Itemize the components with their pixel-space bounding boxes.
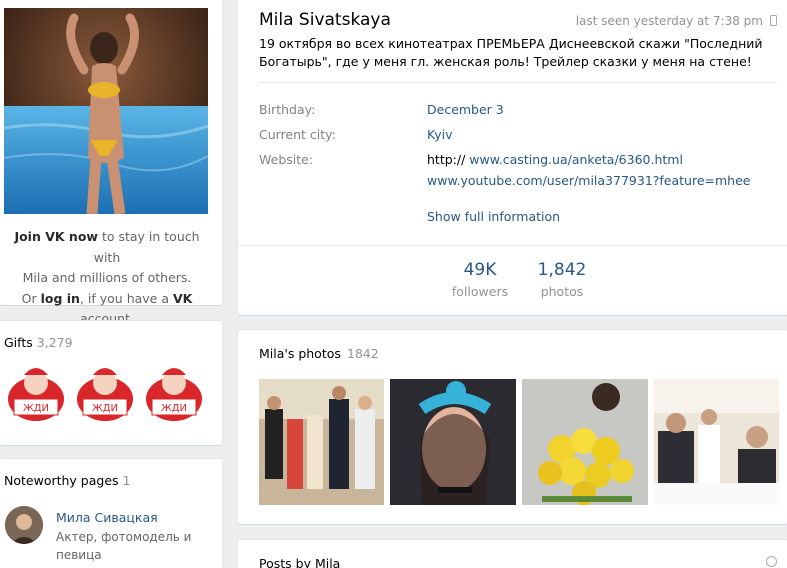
website-link-2[interactable]: www.youtube.com/user/mila377931?feature=… (427, 173, 751, 188)
mobile-phone-icon (770, 15, 777, 26)
photos-header[interactable]: Mila's photos 1842 (259, 346, 379, 361)
divider (259, 82, 777, 83)
city-label: Current city: (259, 127, 336, 142)
page-description: Актер, фотомодель и певица (56, 530, 192, 562)
photo-thumbnail[interactable] (259, 379, 384, 505)
gifts-card[interactable]: Gifts 3,279 ЖДИ ЖДИ ЖДИ (0, 321, 222, 445)
followers-counter[interactable]: 49K followers (435, 260, 525, 299)
profile-status: 19 октября во всех кинотеатрах ПРЕМЬЕРА … (259, 36, 763, 69)
noteworthy-header[interactable]: Noteworthy pages 1 (4, 473, 130, 488)
svg-text:ЖДИ: ЖДИ (92, 403, 118, 414)
birthday-value[interactable]: December 3 (427, 102, 504, 117)
photo-thumbnail[interactable] (522, 379, 648, 505)
profile-photo[interactable] (4, 8, 208, 214)
page-name-link[interactable]: Мила Сивацкая (56, 510, 158, 525)
profile-info-card: Mila Sivatskaya last seen yesterday at 7… (238, 0, 787, 315)
divider (238, 245, 787, 246)
posts-card: Posts by Mila (238, 540, 787, 568)
city-value[interactable]: Kyiv (427, 127, 453, 142)
gift-item[interactable]: ЖДИ (142, 361, 206, 427)
website-label: Website: (259, 152, 314, 167)
page-avatar[interactable] (5, 506, 43, 544)
gifts-count: 3,279 (36, 335, 73, 350)
svg-text:ЖДИ: ЖДИ (161, 403, 187, 414)
profile-avatar-card: Join VK now to stay in touch with Mila a… (0, 0, 222, 326)
join-vk-link[interactable]: Join VK now (14, 229, 98, 244)
last-seen-status: last seen yesterday at 7:38 pm (575, 14, 763, 28)
login-link[interactable]: log in (41, 291, 80, 306)
gift-item[interactable]: ЖДИ (4, 361, 68, 427)
svg-text:ЖДИ: ЖДИ (23, 403, 49, 414)
search-icon[interactable] (766, 556, 777, 567)
profile-name: Mila Sivatskaya (259, 10, 391, 30)
website-link-1[interactable]: www.casting.ua/anketa/6360.html (469, 152, 683, 167)
join-prompt: Join VK now to stay in touch with Mila a… (14, 229, 200, 326)
birthday-label: Birthday: (259, 102, 316, 117)
gifts-header[interactable]: Gifts 3,279 (4, 335, 73, 350)
noteworthy-pages-card: Noteworthy pages 1 Мила Сивацкая Актер, ф… (0, 459, 222, 568)
photo-thumbnail[interactable] (390, 379, 516, 505)
photos-count: 1842 (346, 346, 379, 361)
show-full-info-link[interactable]: Show full information (427, 209, 560, 224)
photos-card: Mila's photos 1842 (238, 330, 787, 524)
gift-item[interactable]: ЖДИ (73, 361, 137, 427)
website-row: http:// www.casting.ua/anketa/6360.html (427, 152, 683, 167)
photos-counter[interactable]: 1,842 photos (517, 260, 607, 299)
photo-thumbnail[interactable] (654, 379, 779, 505)
posts-header[interactable]: Posts by Mila (259, 556, 340, 568)
